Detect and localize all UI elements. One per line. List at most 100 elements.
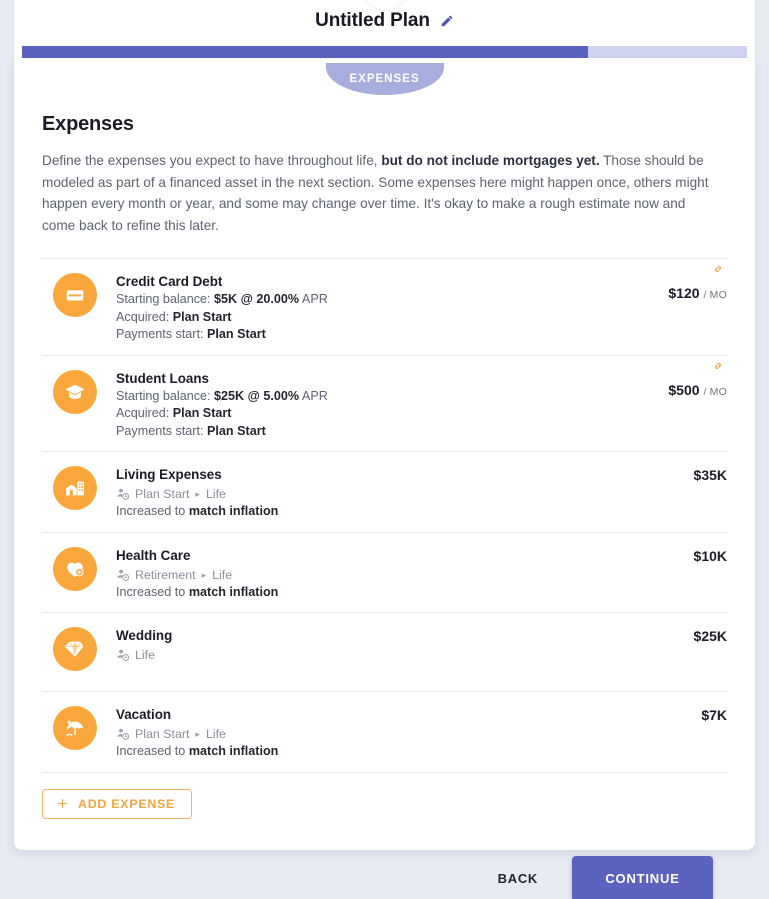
amount-value: $25K <box>693 628 727 644</box>
growth-label: Increased to <box>116 584 189 599</box>
expense-details: Living Expenses Plan Start ▸ Life Increased … <box>116 465 635 520</box>
period-separator-icon: ▸ <box>195 489 200 499</box>
expense-row[interactable]: Student Loans Starting balance: $25K @ 5.… <box>42 354 727 452</box>
app-page: Untitled Plan EXPENSES Expenses Define t… <box>0 0 769 899</box>
amount-period: / MO <box>703 289 727 301</box>
pencil-icon[interactable] <box>440 14 454 28</box>
amount-value: $7K <box>701 707 727 723</box>
tab-expenses-label: EXPENSES <box>349 73 420 85</box>
period-separator-icon: ▸ <box>201 569 207 580</box>
period-start: Plan Start <box>135 487 190 501</box>
continue-button[interactable]: CONTINUE <box>572 855 713 899</box>
beach-umbrella-icon <box>53 706 97 750</box>
add-expense-button[interactable]: ADD EXPENSE <box>42 788 193 819</box>
expense-name: Living Expenses <box>116 467 222 482</box>
expense-balance: Starting balance: $25K @ 5.00% APR <box>116 389 635 405</box>
expense-details: Wedding Life <box>116 626 635 663</box>
balance-suffix: APR <box>299 388 328 403</box>
main-card: Expenses Define the expenses you expect … <box>14 60 755 899</box>
expense-amount: $7K <box>635 707 727 723</box>
period-start: Life <box>135 648 155 662</box>
amount-value: $500 <box>668 381 700 398</box>
add-expense-label: ADD EXPENSE <box>78 796 176 811</box>
link-icon[interactable] <box>711 361 725 371</box>
expense-row[interactable]: Living Expenses Plan Start ▸ Life Increased … <box>42 451 727 532</box>
growth-value: match inflation <box>188 584 279 599</box>
expense-row[interactable]: Health Care Retirement ▸ Life Increased to m… <box>42 531 727 613</box>
payments-label: Payments start: <box>116 423 207 438</box>
expense-list: Credit Card Debt Starting balance: $5K @ … <box>42 258 727 772</box>
amount-value: $120 <box>668 285 700 301</box>
expense-amount-group: $7K <box>635 705 727 723</box>
progress-bar <box>22 46 747 58</box>
expense-amount: $500 / MO <box>635 382 727 398</box>
section-description: Define the expenses you expect to have t… <box>42 150 710 236</box>
expense-amount: $120 / MO <box>635 285 727 301</box>
progress-bar-fill <box>22 46 588 58</box>
expense-details: Credit Card Debt Starting balance: $5K @ … <box>116 272 635 343</box>
wizard-footer: BACK CONTINUE <box>42 855 727 899</box>
balance-suffix: APR <box>299 292 328 306</box>
payments-value: Plan Start <box>207 327 266 341</box>
amount-value: $35K <box>693 467 727 483</box>
amount-value: $10K <box>693 547 727 564</box>
expense-row[interactable]: Credit Card Debt Starting balance: $5K @ … <box>42 258 727 355</box>
period-separator-icon: ▸ <box>195 729 200 739</box>
expense-amount-group: $10K <box>635 546 727 564</box>
expense-row[interactable]: Wedding Life $25K <box>42 612 727 691</box>
expense-name: Credit Card Debt <box>116 274 223 289</box>
credit-card-icon <box>53 273 97 317</box>
expense-payments-start: Payments start: Plan Start <box>116 424 635 440</box>
house-building-icon <box>53 466 97 510</box>
link-icon[interactable] <box>711 264 725 274</box>
expense-details: Vacation Plan Start ▸ Life Increased to matc… <box>116 705 635 760</box>
expense-payments-start: Payments start: Plan Start <box>116 327 635 343</box>
acquired-value: Plan Start <box>172 406 232 420</box>
person-clock-icon <box>117 569 130 581</box>
balance-value: $5K @ 20.00% <box>214 292 300 306</box>
expense-period-tag: Plan Start ▸ Life <box>116 486 635 502</box>
expense-amount-group: $25K <box>635 626 727 644</box>
expense-amount-group: $120 / MO <box>635 266 727 301</box>
expense-amount: $25K <box>635 628 727 644</box>
expense-name: Wedding <box>116 628 173 643</box>
heart-plus-icon <box>53 546 97 591</box>
person-clock-icon <box>117 488 130 500</box>
expense-amount-group: $500 / MO <box>635 362 727 398</box>
expense-growth: Increased to match inflation <box>116 585 635 601</box>
expense-period-tag: Life <box>116 647 635 663</box>
expense-acquired: Acquired: Plan Start <box>116 310 635 326</box>
period-end: Life <box>212 567 233 582</box>
period-start: Plan Start <box>135 727 190 741</box>
balance-label: Starting balance: <box>116 292 215 306</box>
plus-icon <box>58 799 67 808</box>
add-expense-row: ADD EXPENSE <box>42 771 727 819</box>
growth-label: Increased to <box>116 504 189 518</box>
expense-period-tag: Plan Start ▸ Life <box>116 726 635 742</box>
period-end: Life <box>205 727 226 741</box>
expense-amount: $10K <box>635 548 727 564</box>
graduation-cap-icon <box>53 369 97 414</box>
period-start: Retirement <box>135 567 196 582</box>
expense-growth: Increased to match inflation <box>116 744 635 760</box>
back-button[interactable]: BACK <box>480 861 556 896</box>
expense-details: Student Loans Starting balance: $25K @ 5.… <box>116 369 635 440</box>
desc-part-1: Define the expenses you expect to have t… <box>42 153 382 168</box>
growth-value: match inflation <box>188 744 279 758</box>
expense-balance: Starting balance: $5K @ 20.00% APR <box>116 292 635 308</box>
person-clock-icon <box>117 649 130 661</box>
acquired-value: Plan Start <box>172 309 232 324</box>
expense-name: Health Care <box>116 547 191 563</box>
payments-value: Plan Start <box>207 423 266 438</box>
acquired-label: Acquired: <box>116 406 173 420</box>
acquired-label: Acquired: <box>116 309 173 324</box>
payments-label: Payments start: <box>116 327 207 341</box>
expense-name: Student Loans <box>116 370 209 386</box>
diamond-icon <box>53 627 97 671</box>
expense-name: Vacation <box>116 707 172 722</box>
period-end: Life <box>205 487 226 501</box>
expense-growth: Increased to match inflation <box>116 504 635 520</box>
expense-row[interactable]: Vacation Plan Start ▸ Life Increased to matc… <box>42 691 727 772</box>
desc-emphasis: but do not include mortgages yet. <box>381 153 600 168</box>
amount-period: / MO <box>703 385 727 398</box>
